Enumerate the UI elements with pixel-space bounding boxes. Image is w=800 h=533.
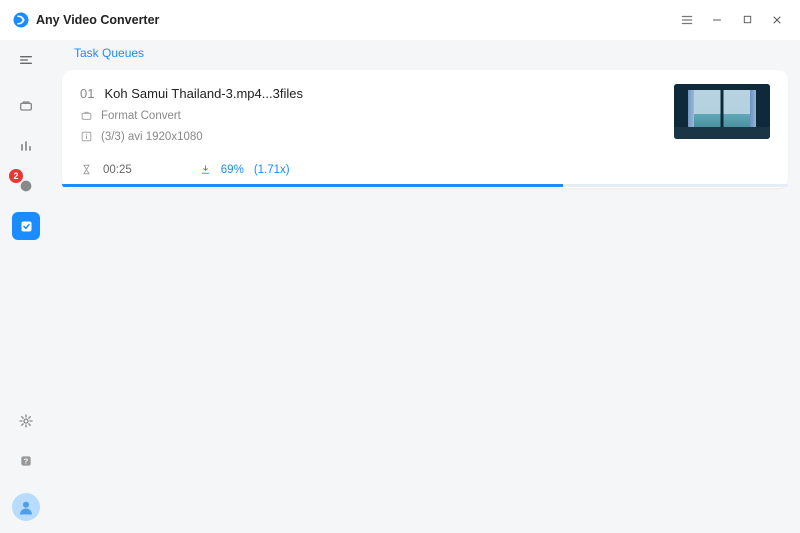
task-percent: 69%	[221, 164, 244, 176]
app-logo-icon	[12, 11, 30, 29]
download-icon	[200, 164, 211, 175]
task-card: 01 Koh Samui Thailand-3.mp4...3files For…	[62, 70, 788, 188]
maximize-button[interactable]	[732, 5, 762, 35]
sidebar-item-task-queue[interactable]	[12, 212, 40, 240]
minimize-button[interactable]	[702, 5, 732, 35]
task-info-label: (3/3) avi 1920x1080	[101, 131, 203, 143]
titlebar: Any Video Converter	[0, 0, 800, 40]
sidebar-item-convert[interactable]	[12, 92, 40, 120]
task-filename: Koh Samui Thailand-3.mp4...3files	[104, 86, 302, 101]
tab-task-queues[interactable]: Task Queues	[62, 40, 156, 66]
progress-bar	[62, 184, 788, 188]
downloads-badge: 2	[9, 169, 23, 183]
task-type-label: Format Convert	[101, 110, 181, 122]
sidebar-item-help[interactable]: ?	[12, 447, 40, 475]
svg-text:?: ?	[24, 457, 29, 466]
avatar[interactable]	[12, 493, 40, 521]
close-button[interactable]	[762, 5, 792, 35]
menu-icon[interactable]	[672, 5, 702, 35]
task-index: 01	[80, 86, 94, 101]
task-speed: (1.71x)	[254, 164, 290, 176]
task-elapsed: 00:25	[103, 164, 132, 176]
task-thumbnail	[674, 84, 770, 139]
content: Task Queues 01 Koh Samui Thailand-3.mp4.…	[52, 40, 800, 533]
hourglass-icon	[80, 163, 93, 176]
sidebar-item-downloads[interactable]: 2	[12, 172, 40, 200]
info-icon	[80, 130, 93, 143]
briefcase-icon	[80, 109, 93, 122]
sidebar: 2 ?	[0, 40, 52, 533]
progress-bar-fill	[62, 184, 563, 187]
app-title: Any Video Converter	[36, 13, 159, 27]
sidebar-toggle-icon[interactable]	[12, 46, 40, 74]
sidebar-item-settings[interactable]	[12, 407, 40, 435]
sidebar-item-analytics[interactable]	[12, 132, 40, 160]
